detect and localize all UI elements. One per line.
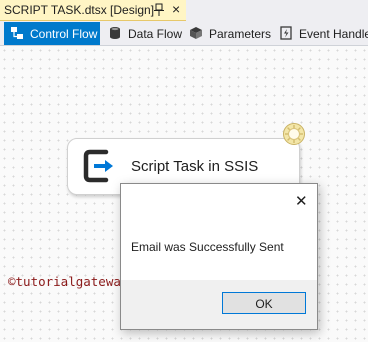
tab-event-handler-label: Event Handler — [299, 27, 368, 41]
event-handler-icon — [280, 26, 292, 40]
control-flow-icon — [11, 27, 23, 39]
ok-button[interactable]: OK — [222, 292, 306, 314]
executing-status-icon — [283, 123, 305, 145]
tab-parameters-label: Parameters — [209, 27, 272, 41]
document-tab[interactable]: SCRIPT TASK.dtsx [Design] × — [0, 0, 186, 21]
script-task-icon — [83, 149, 113, 183]
pin-icon[interactable] — [153, 3, 165, 17]
tab-control-flow[interactable]: Control Flow — [4, 22, 100, 45]
message-box-footer: OK — [121, 280, 317, 329]
data-flow-icon — [110, 27, 120, 39]
parameters-icon — [190, 27, 202, 39]
tab-parameters[interactable]: Parameters — [186, 22, 272, 45]
message-text: Email was Successfully Sent — [131, 240, 284, 254]
tab-event-handler[interactable]: Event Handler — [276, 22, 368, 45]
close-icon[interactable]: ✕ — [295, 192, 308, 210]
tab-control-flow-label: Control Flow — [30, 27, 98, 41]
script-task-label: Script Task in SSIS — [131, 158, 259, 175]
document-tab-strip: SCRIPT TASK.dtsx [Design] × — [0, 0, 368, 21]
message-box-dialog: ✕ Email was Successfully Sent OK — [120, 183, 318, 330]
document-tab-title: SCRIPT TASK.dtsx [Design] — [4, 3, 155, 17]
designer-tab-bar: Control Flow Data Flow Parameters Event … — [0, 21, 368, 46]
tab-data-flow-label: Data Flow — [128, 27, 183, 41]
close-tab-icon[interactable]: × — [172, 1, 180, 17]
tab-data-flow[interactable]: Data Flow — [104, 22, 182, 45]
